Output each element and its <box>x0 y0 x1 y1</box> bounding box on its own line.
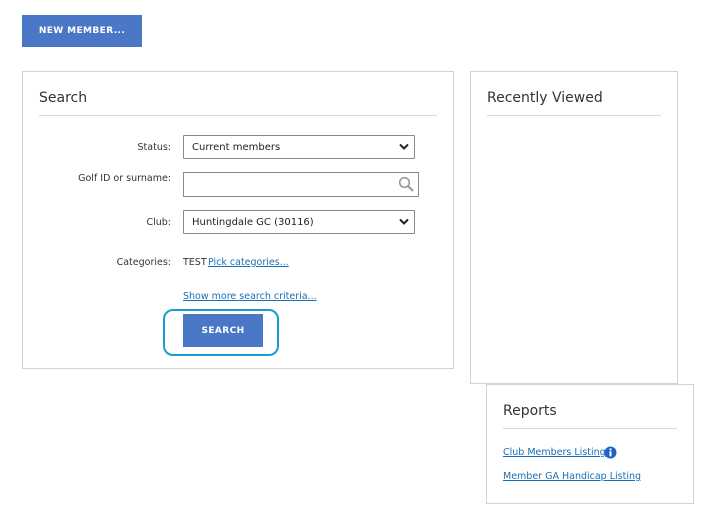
show-more-criteria-link[interactable]: Show more search criteria... <box>183 291 317 302</box>
golf-id-label: Golf ID or surname: <box>78 173 171 184</box>
pick-categories-link[interactable]: Pick categories... <box>208 257 289 268</box>
categories-label: Categories: <box>116 257 171 268</box>
club-label: Club: <box>146 217 171 228</box>
chevron-down-icon <box>399 143 409 150</box>
golf-id-input[interactable] <box>183 172 419 197</box>
club-select-value: Huntingdale GC (30116) <box>192 216 314 228</box>
status-select-value: Current members <box>192 141 281 153</box>
info-circle-icon[interactable] <box>604 446 617 459</box>
member-ga-handicap-listing-link[interactable]: Member GA Handicap Listing <box>503 471 641 482</box>
club-select[interactable]: Huntingdale GC (30116) <box>183 210 415 234</box>
chevron-down-icon <box>399 218 409 225</box>
reports-panel: Reports <box>486 384 694 504</box>
new-member-button[interactable]: NEW MEMBER... <box>22 15 142 47</box>
status-label: Status: <box>137 142 171 153</box>
categories-value: TEST <box>183 257 207 268</box>
search-panel-divider <box>39 115 437 116</box>
status-select[interactable]: Current members <box>183 135 415 159</box>
search-button[interactable]: SEARCH <box>183 314 263 347</box>
recently-viewed-panel: Recently Viewed <box>470 71 678 384</box>
reports-divider <box>503 428 677 429</box>
reports-title: Reports <box>503 403 557 419</box>
recently-viewed-title: Recently Viewed <box>487 90 603 106</box>
recently-viewed-divider <box>487 115 661 116</box>
search-icon[interactable] <box>398 176 415 193</box>
search-panel-title: Search <box>39 90 88 106</box>
club-members-listing-link[interactable]: Club Members Listing <box>503 447 606 458</box>
